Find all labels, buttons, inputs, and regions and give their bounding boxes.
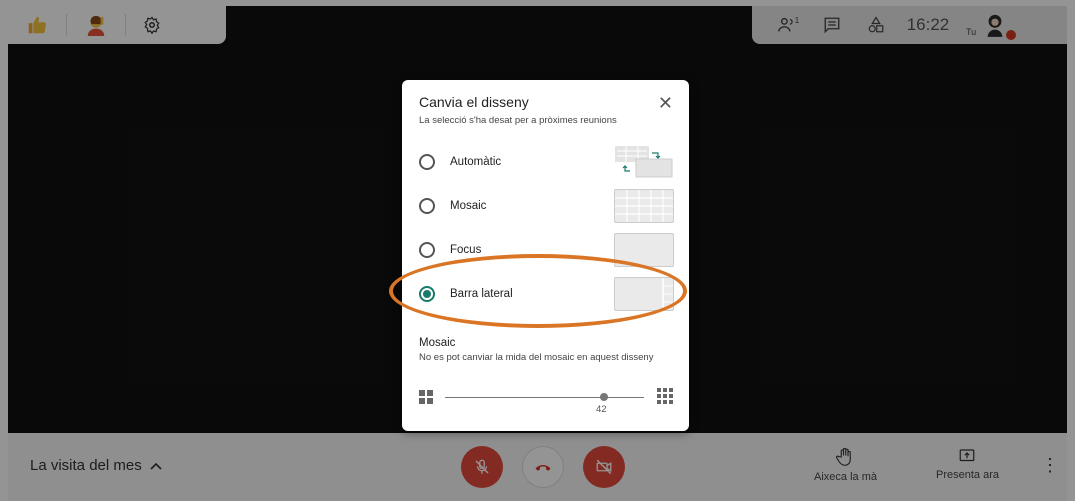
tiled-layout-thumbnail-icon <box>614 189 674 223</box>
layout-option-tiled[interactable]: Mosaic <box>419 188 674 224</box>
layout-option-auto[interactable]: Automàtic <box>419 144 674 180</box>
close-icon[interactable]: ✕ <box>658 94 673 112</box>
tile-size-title: Mosaic <box>419 337 456 349</box>
tile-size-slider[interactable]: 42 <box>419 388 674 415</box>
large-grid-icon <box>657 388 673 404</box>
radio-tiled[interactable] <box>419 198 435 214</box>
slider-value: 42 <box>596 404 607 415</box>
highlight-ellipse <box>389 254 687 328</box>
tile-size-description: No es pot canviar la mida del mosaic en … <box>419 352 654 363</box>
dialog-subtitle: La selecció s'ha desat per a pròximes re… <box>419 115 617 126</box>
option-label: Automàtic <box>450 156 502 168</box>
radio-spotlight[interactable] <box>419 242 435 258</box>
slider-track[interactable] <box>445 397 644 398</box>
radio-auto[interactable] <box>419 154 435 170</box>
dialog-title: Canvia el disseny <box>419 94 529 110</box>
tile-size-section: Mosaic No es pot canviar la mida del mos… <box>419 337 674 364</box>
slider-thumb[interactable] <box>600 393 608 401</box>
option-label: Mosaic <box>450 200 487 212</box>
small-grid-icon <box>419 390 433 404</box>
auto-layout-thumbnail-icon <box>614 145 674 179</box>
